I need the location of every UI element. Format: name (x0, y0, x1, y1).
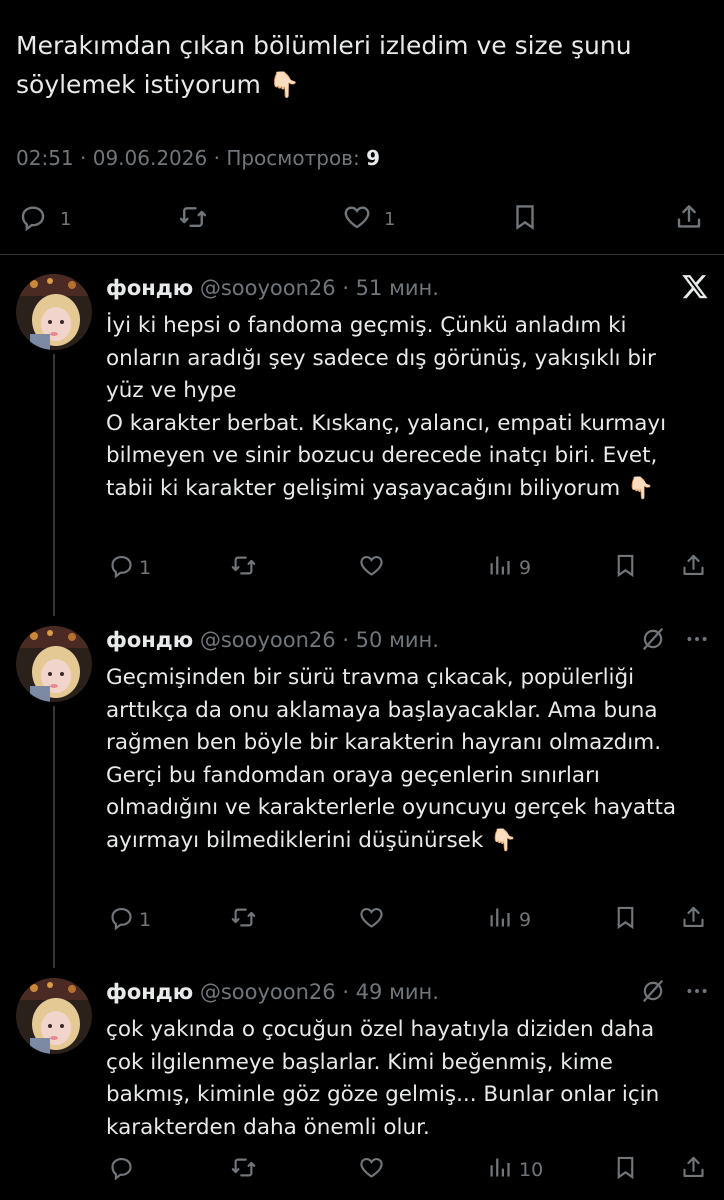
reply-count: 1 (60, 209, 72, 230)
reply-corner (640, 626, 710, 656)
reply-action-bar: 10 (100, 1154, 710, 1188)
views-chart-icon (486, 904, 513, 936)
share-icon (680, 552, 707, 584)
tweet-time[interactable]: 02:51 (16, 146, 74, 170)
reply-action-bar: 1 9 (100, 552, 710, 586)
share-button[interactable] (680, 904, 707, 936)
views-count: 9 (519, 557, 532, 579)
timestamp[interactable]: 50 мин. (356, 628, 439, 652)
tweet-text: Merakımdan çıkan bölümleri izledim ve si… (16, 31, 632, 99)
reply-button[interactable] (108, 1154, 139, 1186)
views-button[interactable]: 9 (486, 552, 531, 584)
reply-icon (108, 552, 135, 584)
share-icon (674, 202, 704, 237)
x-logo-icon[interactable] (680, 272, 710, 306)
retweet-button[interactable] (230, 552, 261, 584)
avatar[interactable] (16, 626, 92, 702)
display-name[interactable]: фондю (106, 628, 193, 652)
like-button[interactable]: 1 (342, 202, 395, 237)
tweet-date[interactable]: 09.06.2026 (93, 146, 208, 170)
views-chart-icon (486, 1154, 513, 1186)
views-label: Просмотров: (226, 146, 360, 170)
views-count: 9 (519, 909, 532, 931)
reply-icon (18, 202, 48, 237)
views-count: 9 (366, 146, 380, 170)
bookmark-button[interactable] (510, 202, 540, 237)
share-button[interactable] (680, 1154, 707, 1186)
reply-action-bar: 1 9 (100, 904, 710, 938)
display-name[interactable]: фондю (106, 980, 193, 1004)
heart-icon (358, 1154, 385, 1186)
heart-icon (342, 202, 372, 237)
reply-header: фондю @sooyoon26 · 50 мин. (106, 628, 439, 652)
reply-text: Geçmişinden bir sürü travma çıkacak, pop… (106, 665, 677, 853)
handle[interactable]: @sooyoon26 (200, 276, 336, 300)
share-icon (680, 904, 707, 936)
like-count: 1 (384, 209, 396, 230)
views-button[interactable]: 10 (486, 1154, 543, 1186)
like-button[interactable] (358, 552, 389, 584)
retweet-icon (230, 552, 257, 584)
tweet-meta: 02:51 · 09.06.2026 · Просмотров: 9 (16, 146, 380, 170)
display-name[interactable]: фондю (106, 276, 193, 300)
share-button[interactable] (674, 202, 704, 237)
divider (0, 254, 724, 255)
share-icon (680, 1154, 707, 1186)
bookmark-icon (612, 904, 639, 936)
heart-icon (358, 904, 385, 936)
grok-icon[interactable] (640, 626, 666, 656)
reply-button[interactable]: 1 (108, 904, 151, 936)
retweet-icon (178, 202, 208, 237)
avatar[interactable] (16, 978, 92, 1054)
like-button[interactable] (358, 1154, 389, 1186)
bookmark-button[interactable] (612, 552, 639, 584)
bookmark-icon (612, 552, 639, 584)
views-button[interactable]: 9 (486, 904, 531, 936)
tweet-action-bar: 1 1 (0, 196, 724, 242)
reply-text: çok yakında o çocuğun özel hayatıyla diz… (106, 1017, 667, 1140)
more-icon[interactable] (684, 626, 710, 656)
reply-button[interactable]: 1 (108, 552, 151, 584)
more-icon[interactable] (684, 978, 710, 1008)
retweet-button[interactable] (178, 202, 220, 237)
reply-icon (108, 904, 135, 936)
avatar[interactable] (16, 274, 92, 350)
handle[interactable]: @sooyoon26 (200, 980, 336, 1004)
retweet-button[interactable] (230, 1154, 261, 1186)
reply-button[interactable]: 1 (18, 202, 71, 237)
thread-line (53, 706, 55, 968)
share-button[interactable] (680, 552, 707, 584)
grok-icon[interactable] (640, 978, 666, 1008)
retweet-icon (230, 1154, 257, 1186)
handle[interactable]: @sooyoon26 (200, 628, 336, 652)
reply-count: 1 (139, 909, 152, 931)
retweet-icon (230, 904, 257, 936)
reply-icon (108, 1154, 135, 1186)
views-count: 10 (519, 1159, 544, 1181)
heart-icon (358, 552, 385, 584)
bookmark-button[interactable] (612, 1154, 639, 1186)
bookmark-icon (510, 202, 540, 237)
reply-header: фондю @sooyoon26 · 49 мин. (106, 980, 439, 1004)
thread-line (53, 354, 55, 616)
reply-header: фондю @sooyoon26 · 51 мин. (106, 276, 439, 300)
reply-corner (680, 272, 710, 306)
like-button[interactable] (358, 904, 389, 936)
timestamp[interactable]: 49 мин. (356, 980, 439, 1004)
reply-text: İyi ki hepsi o fandoma geçmiş. Çünkü anl… (106, 313, 667, 501)
reply-count: 1 (139, 557, 152, 579)
views-chart-icon (486, 552, 513, 584)
retweet-button[interactable] (230, 904, 261, 936)
reply-corner (640, 978, 710, 1008)
timestamp[interactable]: 51 мин. (356, 276, 439, 300)
bookmark-button[interactable] (612, 904, 639, 936)
bookmark-icon (612, 1154, 639, 1186)
